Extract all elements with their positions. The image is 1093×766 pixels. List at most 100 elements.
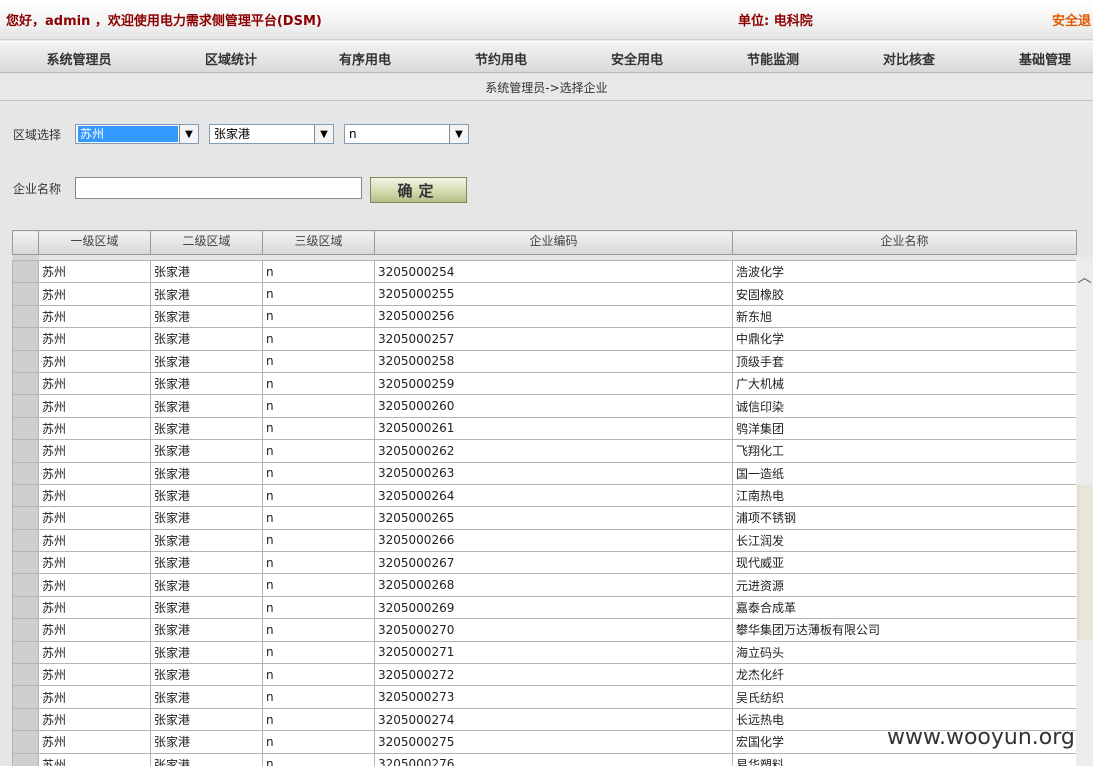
- column-header-level2[interactable]: 二级区域: [150, 230, 263, 255]
- table-row[interactable]: 苏州 张家港 n 3205000270 攀华集团万达薄板有限公司: [12, 618, 1077, 642]
- row-selector[interactable]: [12, 528, 39, 553]
- table-row[interactable]: 苏州 张家港 n 3205000268 元进资源: [12, 573, 1077, 597]
- row-selector[interactable]: [12, 685, 39, 709]
- table-row[interactable]: 苏州 张家港 n 3205000271 海立码头: [12, 640, 1077, 665]
- row-selector[interactable]: [12, 416, 39, 441]
- table-row[interactable]: 苏州 张家港 n 3205000276 易华塑料: [12, 752, 1077, 766]
- table-row[interactable]: 苏州 张家港 n 3205000256 新东旭: [12, 304, 1077, 329]
- cell-company: 吴氏纺织: [732, 685, 1077, 709]
- unit-text: 单位: 电科院: [738, 14, 813, 29]
- table-row[interactable]: 苏州 张家港 n 3205000273 吴氏纺织: [12, 685, 1077, 709]
- cell-level2: 张家港: [150, 506, 263, 530]
- nav-system-admin[interactable]: 系统管理员: [11, 49, 147, 68]
- level1-region-select[interactable]: 苏州 ▼: [75, 124, 199, 144]
- row-selector[interactable]: [12, 327, 39, 351]
- cell-level3: n: [262, 685, 375, 709]
- table-row[interactable]: 苏州 张家港 n 3205000255 安固橡胶: [12, 282, 1077, 306]
- cell-code: 3205000275: [374, 730, 733, 754]
- logout-link[interactable]: 安全退: [1052, 10, 1091, 29]
- cell-company: 新东旭: [732, 304, 1077, 329]
- cell-code: 3205000257: [374, 327, 733, 351]
- confirm-button[interactable]: 确定: [370, 177, 467, 203]
- row-selector[interactable]: [12, 730, 39, 754]
- table-row[interactable]: 苏州 张家港 n 3205000265 浦项不锈钢: [12, 506, 1077, 530]
- row-selector[interactable]: [12, 595, 39, 620]
- cell-level3: n: [262, 640, 375, 665]
- row-selector[interactable]: [12, 483, 39, 508]
- table-row[interactable]: 苏州 张家港 n 3205000267 现代威亚: [12, 551, 1077, 575]
- table-row[interactable]: 苏州 张家港 n 3205000257 中鼎化学: [12, 327, 1077, 351]
- row-selector[interactable]: [12, 640, 39, 665]
- row-selector[interactable]: [12, 551, 39, 575]
- table-row[interactable]: 苏州 张家港 n 3205000266 长江润发: [12, 528, 1077, 553]
- cell-level3: n: [262, 618, 375, 642]
- table-row[interactable]: 苏州 张家港 n 3205000258 顶级手套: [12, 349, 1077, 373]
- row-selector[interactable]: [12, 439, 39, 463]
- table-row[interactable]: 苏州 张家港 n 3205000269 嘉泰合成革: [12, 595, 1077, 620]
- table-row[interactable]: 苏州 张家港 n 3205000262 飞翔化工: [12, 439, 1077, 463]
- column-header-level1[interactable]: 一级区域: [38, 230, 151, 255]
- cell-code: 3205000270: [374, 618, 733, 642]
- cell-code: 3205000267: [374, 551, 733, 575]
- cell-company: 现代威亚: [732, 551, 1077, 575]
- cell-code: 3205000276: [374, 752, 733, 766]
- chevron-down-icon[interactable]: ▼: [314, 125, 333, 143]
- cell-level1: 苏州: [38, 663, 151, 687]
- cell-level3: n: [262, 573, 375, 597]
- column-header-code[interactable]: 企业编码: [374, 230, 733, 255]
- row-selector[interactable]: [12, 618, 39, 642]
- cell-level1: 苏州: [38, 304, 151, 329]
- cell-level1: 苏州: [38, 483, 151, 508]
- nav-base-management[interactable]: 基础管理: [977, 49, 1093, 68]
- scroll-thumb[interactable]: [1078, 485, 1093, 640]
- nav-power-saving[interactable]: 节约用电: [433, 49, 569, 68]
- column-header-company[interactable]: 企业名称: [732, 230, 1077, 255]
- cell-level2: 张家港: [150, 439, 263, 463]
- cell-level1: 苏州: [38, 730, 151, 754]
- cell-level1: 苏州: [38, 528, 151, 553]
- cell-level1: 苏州: [38, 461, 151, 485]
- cell-level2: 张家港: [150, 685, 263, 709]
- row-selector[interactable]: [12, 394, 39, 418]
- cell-level3: n: [262, 595, 375, 620]
- column-header-level3[interactable]: 三级区域: [262, 230, 375, 255]
- table-row[interactable]: 苏州 张家港 n 3205000264 江南热电: [12, 483, 1077, 508]
- level2-region-select[interactable]: 张家港 ▼: [209, 124, 334, 144]
- row-selector[interactable]: [12, 663, 39, 687]
- row-selector[interactable]: [12, 506, 39, 530]
- chevron-down-icon[interactable]: ▼: [179, 125, 198, 143]
- nav-compare-check[interactable]: 对比核查: [841, 49, 977, 68]
- row-selector[interactable]: [12, 573, 39, 597]
- table-row[interactable]: 苏州 张家港 n 3205000272 龙杰化纤: [12, 663, 1077, 687]
- row-selector[interactable]: [12, 259, 39, 284]
- row-selector[interactable]: [12, 371, 39, 396]
- company-name-input[interactable]: [75, 177, 362, 199]
- row-selector[interactable]: [12, 304, 39, 329]
- table-row[interactable]: 苏州 张家港 n 3205000263 国一造纸: [12, 461, 1077, 485]
- table-row[interactable]: 苏州 张家港 n 3205000259 广大机械: [12, 371, 1077, 396]
- cell-level1: 苏州: [38, 595, 151, 620]
- level3-region-value: n: [349, 127, 357, 141]
- nav-energy-monitor[interactable]: 节能监测: [705, 49, 841, 68]
- row-selector[interactable]: [12, 752, 39, 766]
- cell-code: 3205000262: [374, 439, 733, 463]
- table-row[interactable]: 苏州 张家港 n 3205000260 诚信印染: [12, 394, 1077, 418]
- chevron-down-icon[interactable]: ▼: [449, 125, 468, 143]
- nav-orderly-power[interactable]: 有序用电: [297, 49, 433, 68]
- row-selector[interactable]: [12, 707, 39, 732]
- row-selector[interactable]: [12, 349, 39, 373]
- cell-level1: 苏州: [38, 640, 151, 665]
- cell-level1: 苏州: [38, 618, 151, 642]
- scroll-up-icon[interactable]: ︿: [1076, 267, 1093, 287]
- row-selector[interactable]: [12, 461, 39, 485]
- vertical-scrollbar[interactable]: ︿: [1076, 257, 1093, 766]
- level3-region-select[interactable]: n ▼: [344, 124, 469, 144]
- cell-company: 顶级手套: [732, 349, 1077, 373]
- nav-region-stats[interactable]: 区域统计: [163, 49, 299, 68]
- table-row[interactable]: 苏州 张家港 n 3205000261 鸮洋集团: [12, 416, 1077, 441]
- cell-level2: 张家港: [150, 618, 263, 642]
- cell-level3: n: [262, 394, 375, 418]
- row-selector[interactable]: [12, 282, 39, 306]
- nav-safe-power[interactable]: 安全用电: [569, 49, 705, 68]
- table-row[interactable]: 苏州 张家港 n 3205000254 浩波化学: [12, 259, 1077, 284]
